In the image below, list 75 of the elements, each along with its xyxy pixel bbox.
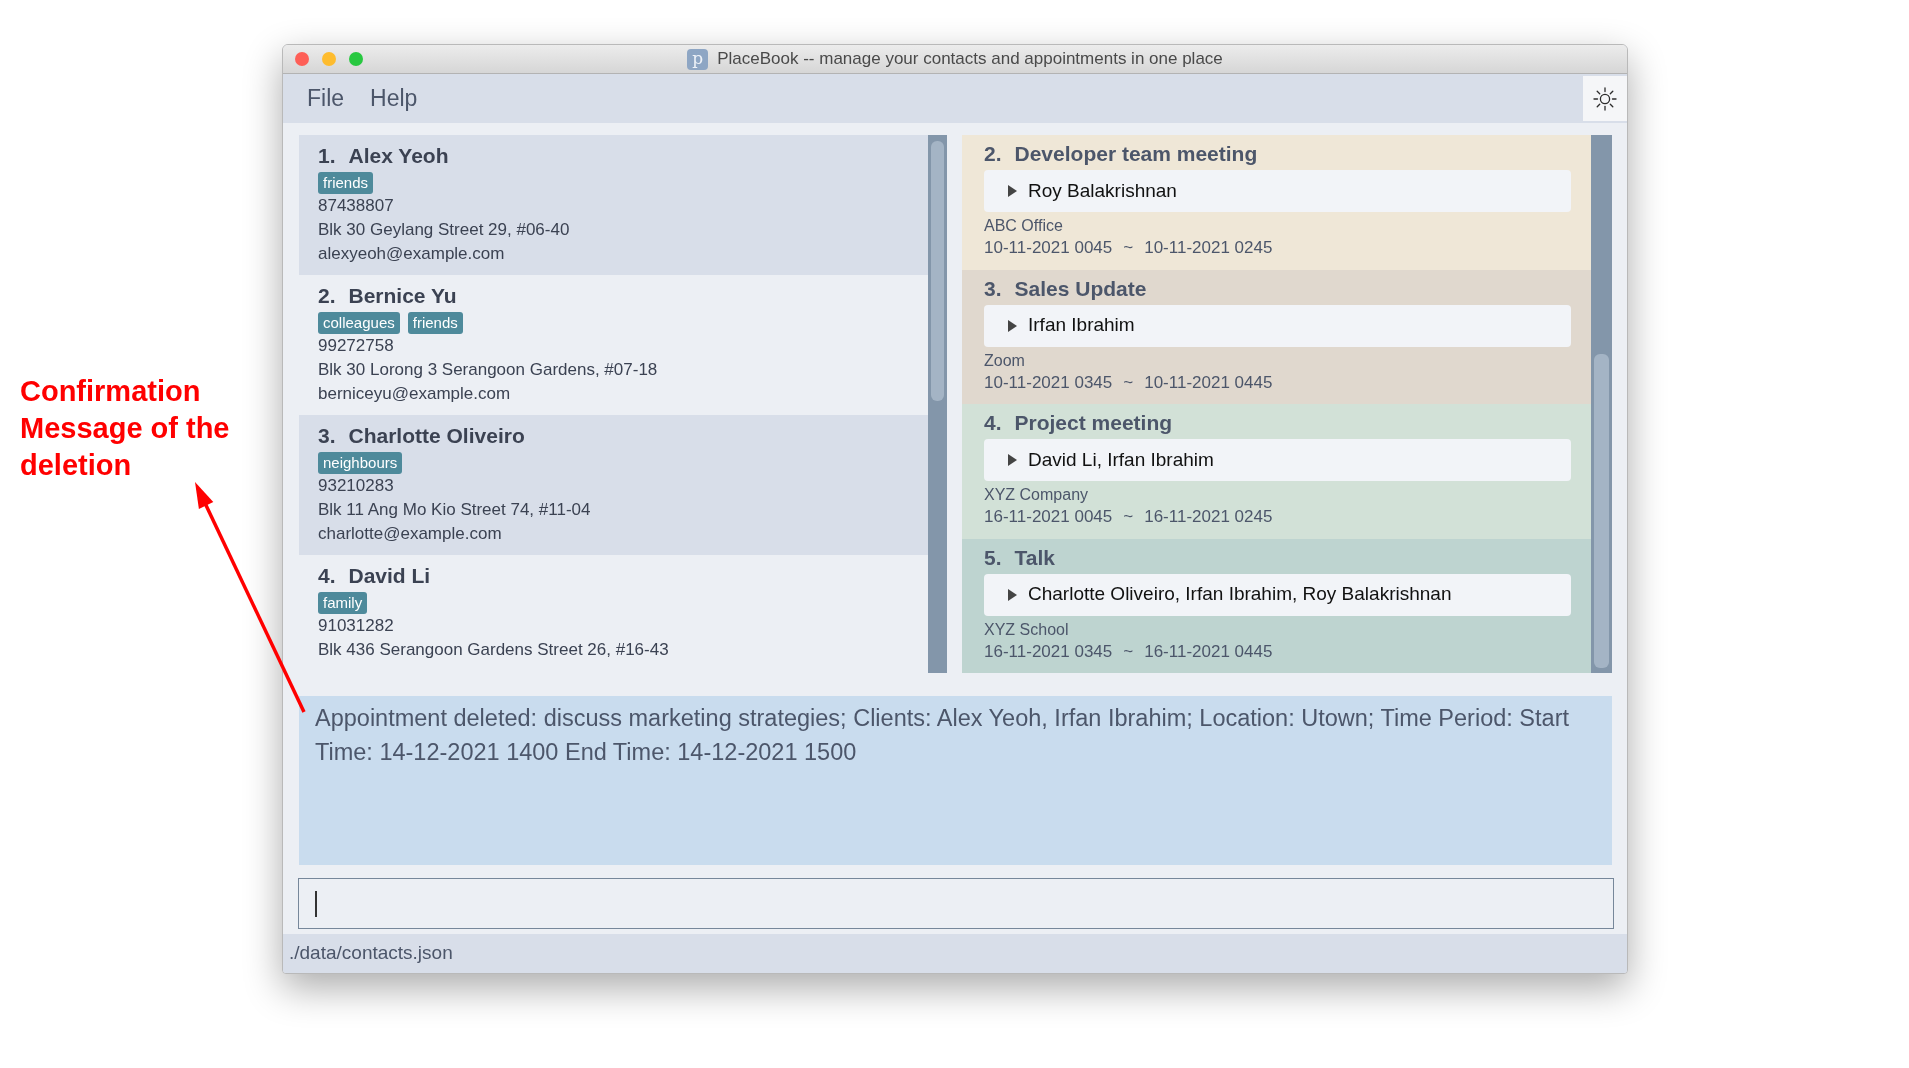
appointment-index: 5. — [984, 544, 1002, 571]
email-text: berniceyu@example.com — [318, 383, 512, 405]
end-time: 10-11-2021 0245 — [1144, 237, 1273, 259]
clients-dropdown[interactable]: Irfan Ibrahim — [984, 304, 1571, 347]
annotation-text: Confirmation Message of the deletion — [20, 374, 231, 483]
scrollbar-track[interactable] — [1591, 135, 1612, 673]
appointment-title: Talk — [1014, 544, 1055, 571]
command-field[interactable] — [298, 878, 1614, 929]
email-text: charlotte@example.com — [318, 523, 503, 545]
contact-name: Bernice Yu — [348, 283, 457, 309]
phone-text: 91031282 — [318, 615, 395, 637]
start-time: 16-11-2021 0045 — [984, 506, 1113, 528]
appointment-index: 4. — [984, 410, 1002, 436]
address-text: Blk 11 Ang Mo Kio Street 74, #11-04 — [318, 499, 592, 521]
appointment-card[interactable]: 4. Project meeting David Li, Irfan Ibrahim XYZ Company 16-11-2021 0045 ~ 16-11-2021 0245 — [962, 404, 1591, 539]
end-time: 10-11-2021 0445 — [1144, 371, 1273, 394]
phone-text: 87438807 — [318, 195, 395, 217]
appointment-title: Developer team meeting — [1014, 141, 1258, 167]
contact-index: 4. — [318, 563, 336, 589]
scrollbar-track[interactable] — [928, 135, 947, 673]
tag: friends — [318, 172, 374, 194]
email-text: alexyeoh@example.com — [318, 243, 506, 265]
time-separator: ~ — [1123, 506, 1134, 528]
sun-icon — [1593, 86, 1617, 111]
address-text: Blk 436 Serangoon Gardens Street 26, #16-43 — [318, 639, 670, 661]
close-button[interactable] — [295, 52, 309, 66]
end-time: 16-11-2021 0245 — [1144, 506, 1273, 528]
contact-name: Charlotte Oliveiro — [348, 423, 525, 449]
location-text: XYZ School — [984, 619, 1070, 640]
start-time: 10-11-2021 0045 — [984, 237, 1113, 259]
address-text: Blk 30 Lorong 3 Serangoon Gardens, #07-18 — [318, 359, 659, 381]
theme-toggle-button[interactable] — [1583, 76, 1627, 121]
appointment-card[interactable]: 5. Talk Charlotte Oliveiro, Irfan Ibrahim, Roy Balakrishnan XYZ School 16-11-2021 0345 ~ 16-11-2021 0445 — [962, 538, 1591, 673]
menu-item[interactable]: Help — [364, 81, 424, 116]
time-separator: ~ — [1123, 640, 1134, 663]
contact-name: Alex Yeoh — [348, 143, 449, 169]
appointment-card[interactable]: 2. Developer team meeting Roy Balakrishnan ABC Office 10-11-2021 0045 ~ 10-11-2021 0245 — [962, 135, 1591, 270]
appointment-card[interactable]: 3. Sales Update Irfan Ibrahim Zoom 10-11-2021 0345 ~ 10-11-2021 0445 — [962, 269, 1591, 404]
contact-card[interactable]: 3. Charlotte Oliveiro neighbours 93210283 Blk 11 Ang Mo Kio Street 74, #11-04 charlotte@example.com — [299, 415, 928, 555]
contact-name: David Li — [348, 563, 431, 589]
result-message: Appointment deleted: discuss marketing strategies; Clients: Alex Yeoh, Irfan Ibrahim; Location: Utown; Time Period: Start Time: 14-12-2021 1400 End Time: 14-12-2021 1500 — [299, 696, 1612, 865]
scrollbar-thumb[interactable] — [1594, 354, 1609, 668]
clients-dropdown[interactable]: David Li, Irfan Ibrahim — [984, 439, 1571, 481]
menu-item[interactable]: File — [301, 81, 351, 116]
scrollbar-thumb[interactable] — [931, 141, 944, 401]
file-path: ./data/contacts.json — [289, 941, 453, 966]
start-time: 10-11-2021 0345 — [984, 371, 1113, 394]
address-text: Blk 30 Geylang Street 29, #06-40 — [318, 219, 571, 241]
location-text: Zoom — [984, 350, 1026, 371]
window-title: PlaceBook -- manage your contacts and appointments in one place — [717, 48, 1223, 71]
appointment-title: Sales Update — [1014, 275, 1147, 302]
tag: neighbours — [318, 452, 403, 474]
contact-index: 3. — [318, 423, 336, 449]
time-separator: ~ — [1123, 371, 1134, 394]
clients-dropdown[interactable]: Charlotte Oliveiro, Irfan Ibrahim, Roy Balakrishnan — [984, 573, 1571, 616]
appointment-title: Project meeting — [1014, 410, 1173, 436]
contact-index: 2. — [318, 283, 336, 309]
tag: family — [318, 592, 368, 614]
clients-dropdown[interactable]: Roy Balakrishnan — [984, 170, 1571, 212]
app-logo: p — [687, 48, 709, 70]
location-text: ABC Office — [984, 216, 1064, 236]
location-text: XYZ Company — [984, 485, 1090, 505]
time-separator: ~ — [1123, 237, 1134, 259]
end-time: 16-11-2021 0445 — [1144, 640, 1273, 663]
contact-index: 1. — [318, 143, 336, 169]
tag: friends — [407, 312, 463, 334]
contact-card[interactable]: 1. Alex Yeoh friends 87438807 Blk 30 Geylang Street 29, #06-40 alexyeoh@example.com — [299, 135, 928, 275]
phone-text: 93210283 — [318, 475, 395, 497]
appointment-index: 3. — [984, 275, 1002, 302]
appointment-index: 2. — [984, 141, 1002, 167]
maximize-button[interactable] — [349, 52, 363, 66]
tag: colleagues — [318, 312, 400, 334]
start-time: 16-11-2021 0345 — [984, 640, 1113, 663]
minimize-button[interactable] — [322, 52, 336, 66]
phone-text: 99272758 — [318, 335, 395, 357]
